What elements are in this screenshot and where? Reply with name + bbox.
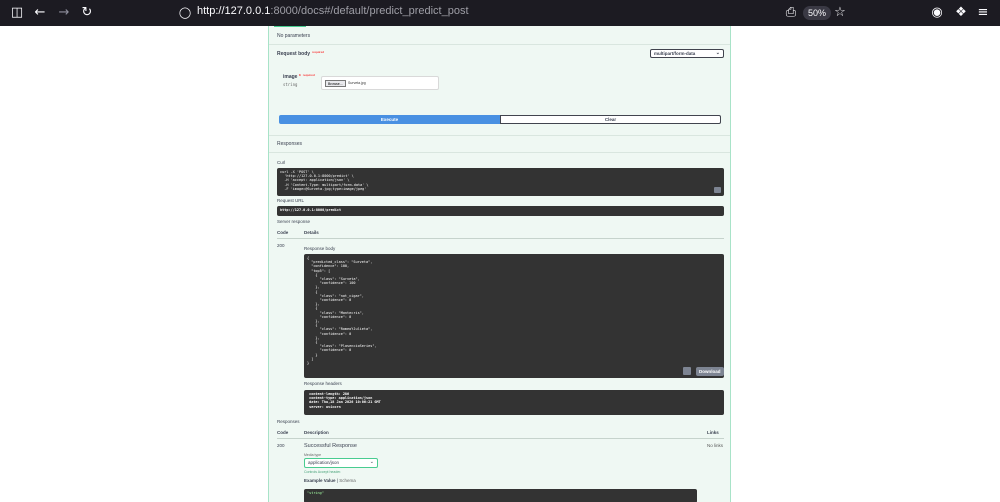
response-header-line: server: uvicorn [307, 404, 341, 409]
browser-toolbar: ◫ ← → ↻ ◯ http://127.0.0.1:8000/docs#/de… [0, 0, 1000, 26]
url-text[interactable]: http://127.0.0.1:8000/docs#/default/pred… [197, 5, 469, 17]
code-column-header: Code [277, 430, 289, 435]
copy-icon[interactable] [714, 187, 721, 193]
shield-icon[interactable]: ◯ [177, 5, 193, 21]
response-headers-label: Response headers [304, 381, 342, 386]
curl-lines: curl -X 'POST' \ 'http://127.0.0.1:8000/… [280, 170, 721, 191]
responses-heading: Responses [277, 141, 303, 147]
request-url-label: Request URL [277, 198, 305, 203]
operation-block: No parameters Request body required multi… [268, 26, 731, 502]
curl-label: Curl [277, 160, 286, 165]
account-icon[interactable]: ◉ [929, 5, 945, 21]
description-column-header: Description [304, 430, 329, 435]
clear-button[interactable]: Clear [500, 115, 721, 124]
execute-button[interactable]: Execute [279, 115, 500, 124]
field-name: image * required [283, 73, 315, 80]
divider [277, 438, 724, 439]
response-headers-lines: content-length: 286 content-type: applic… [307, 392, 721, 409]
example-value-code: "string" [304, 489, 697, 502]
field-name-text: image [283, 74, 298, 80]
content-type-select[interactable]: multipart/form-data ⌄ [650, 49, 724, 58]
schema-tab[interactable]: Schema [339, 478, 356, 483]
request-body-text: Request body [277, 51, 311, 57]
response-body-label: Response body [304, 246, 336, 251]
extensions-icon[interactable]: ❖ [953, 5, 969, 21]
browse-button[interactable]: Browse... [325, 80, 346, 87]
menu-icon[interactable]: ≡ [975, 5, 991, 21]
bookmark-star-icon[interactable]: ☆ [832, 5, 848, 21]
details-column-header: Details [304, 230, 319, 235]
response-body-lines: { "predicted_class": "Surveta", "confide… [307, 256, 721, 365]
doc-response-description: Successful Response [304, 443, 357, 449]
chevron-down-icon: ⌄ [715, 50, 720, 56]
response-body-code: { "predicted_class": "Surveta", "confide… [304, 254, 724, 378]
responses-label: Responses [277, 419, 300, 424]
swagger-page: No parameters Request body required multi… [0, 26, 1000, 502]
required-label: required [312, 50, 325, 54]
example-value-tab[interactable]: Example Value [304, 478, 336, 483]
response-body-line: } [307, 361, 310, 366]
screenshot-icon[interactable]: ⎙ [783, 5, 799, 21]
divider [277, 238, 724, 239]
media-type-value: application/json [308, 460, 340, 465]
sidebar-toggle-icon[interactable]: ◫ [9, 5, 25, 21]
copy-icon[interactable] [683, 367, 691, 375]
chevron-down-icon: ⌄ [369, 459, 374, 465]
reload-icon[interactable]: ↻ [79, 5, 95, 21]
no-links-text: No links [707, 443, 724, 448]
back-icon[interactable]: ← [32, 5, 48, 21]
url-host: http://127.0.0.1 [197, 5, 271, 17]
content-type-value: multipart/form-data [654, 51, 696, 56]
media-type-select[interactable]: application/json ⌄ [304, 458, 378, 468]
field-required-label: required [302, 73, 315, 77]
code-column-header: Code [277, 230, 289, 235]
divider [269, 135, 730, 136]
forward-icon[interactable]: → [56, 5, 72, 21]
curl-code-block: curl -X 'POST' \ 'http://127.0.0.1:8000/… [277, 168, 724, 196]
server-response-label: Server response [277, 219, 311, 224]
response-headers-code: content-length: 286 content-type: applic… [304, 390, 724, 415]
download-button[interactable]: Download [696, 367, 724, 376]
url-path: :8000/docs#/default/predict_predict_post [270, 5, 469, 17]
example-value-text: "string" [307, 491, 324, 495]
request-url: http://127.0.0.1:8000/predict [277, 206, 724, 216]
file-name: Surveta.jpg [348, 81, 366, 85]
divider [269, 152, 730, 153]
doc-response-code: 200 [277, 443, 285, 448]
links-column-header: Links [707, 430, 719, 435]
curl-line: -F 'image=@Surveta.jpg;type=image/jpeg' [280, 186, 367, 191]
no-parameters-text: No parameters [277, 33, 311, 39]
zoom-level[interactable]: 50% [803, 6, 832, 20]
request-body-label: Request body required [277, 50, 325, 57]
file-input[interactable]: Browse... Surveta.jpg [321, 76, 439, 90]
field-type: string [283, 82, 298, 87]
field-required-mark: * [298, 74, 301, 80]
media-type-label: Media type [304, 453, 322, 457]
divider [269, 44, 730, 45]
example-tabs: Example Value | Schema [304, 478, 356, 483]
response-code: 200 [277, 243, 285, 248]
tab-indicator [274, 26, 306, 27]
controls-accept-text: Controls Accept header. [304, 470, 342, 474]
